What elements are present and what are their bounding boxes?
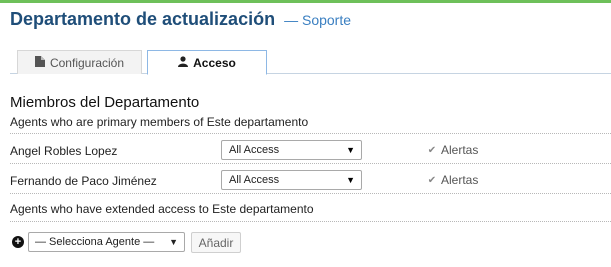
tab-configuracion[interactable]: Configuración — [17, 50, 142, 74]
dropdown-arrow-icon: ▼ — [346, 175, 355, 185]
divider — [10, 193, 611, 194]
alert-label: Alertas — [441, 143, 479, 157]
plus-circle-icon[interactable]: + — [12, 236, 24, 248]
add-button[interactable]: Añadir — [191, 232, 241, 253]
access-select[interactable]: All Access ▼ — [221, 170, 362, 190]
member-name: Fernando de Paco Jiménez — [10, 174, 157, 188]
access-select-value: All Access — [229, 174, 280, 186]
extended-access-text: Agents who have extended access to Este … — [10, 202, 314, 216]
members-subtitle: Agents who are primary members of Este d… — [10, 115, 309, 129]
divider — [10, 163, 611, 164]
tab-bar: Configuración Acceso — [10, 50, 611, 75]
tab-acceso[interactable]: Acceso — [147, 50, 267, 75]
members-title: Miembros del Departamento — [10, 94, 200, 111]
title-separator: — — [284, 12, 299, 28]
page-title-text: Departamento de actualización — [10, 9, 276, 29]
checkmark-icon: ✔ — [427, 144, 437, 156]
tab-acceso-label: Acceso — [193, 55, 236, 70]
checkmark-icon: ✔ — [427, 174, 437, 186]
access-select[interactable]: All Access ▼ — [221, 140, 362, 160]
dropdown-arrow-icon: ▼ — [169, 237, 178, 247]
alert-checkbox[interactable]: ✔ Alertas — [427, 173, 479, 187]
file-icon — [34, 55, 45, 70]
agent-select[interactable]: — Selecciona Agente — ▼ — [28, 232, 185, 252]
page-subtitle-text: Soporte — [301, 12, 352, 28]
alert-checkbox[interactable]: ✔ Alertas — [427, 143, 479, 157]
page-title: Departamento de actualización — Soporte — [10, 9, 351, 30]
divider — [10, 221, 611, 222]
top-accent-bar — [0, 0, 611, 3]
tab-configuracion-label: Configuración — [49, 55, 125, 70]
page-subtitle: — Soporte — [284, 12, 351, 28]
member-name: Angel Robles Lopez — [10, 144, 118, 158]
access-select-value: All Access — [229, 144, 280, 156]
user-icon — [178, 55, 189, 70]
agent-select-value: — Selecciona Agente — — [35, 236, 155, 248]
dropdown-arrow-icon: ▼ — [346, 145, 355, 155]
alert-label: Alertas — [441, 173, 479, 187]
divider — [10, 133, 611, 134]
